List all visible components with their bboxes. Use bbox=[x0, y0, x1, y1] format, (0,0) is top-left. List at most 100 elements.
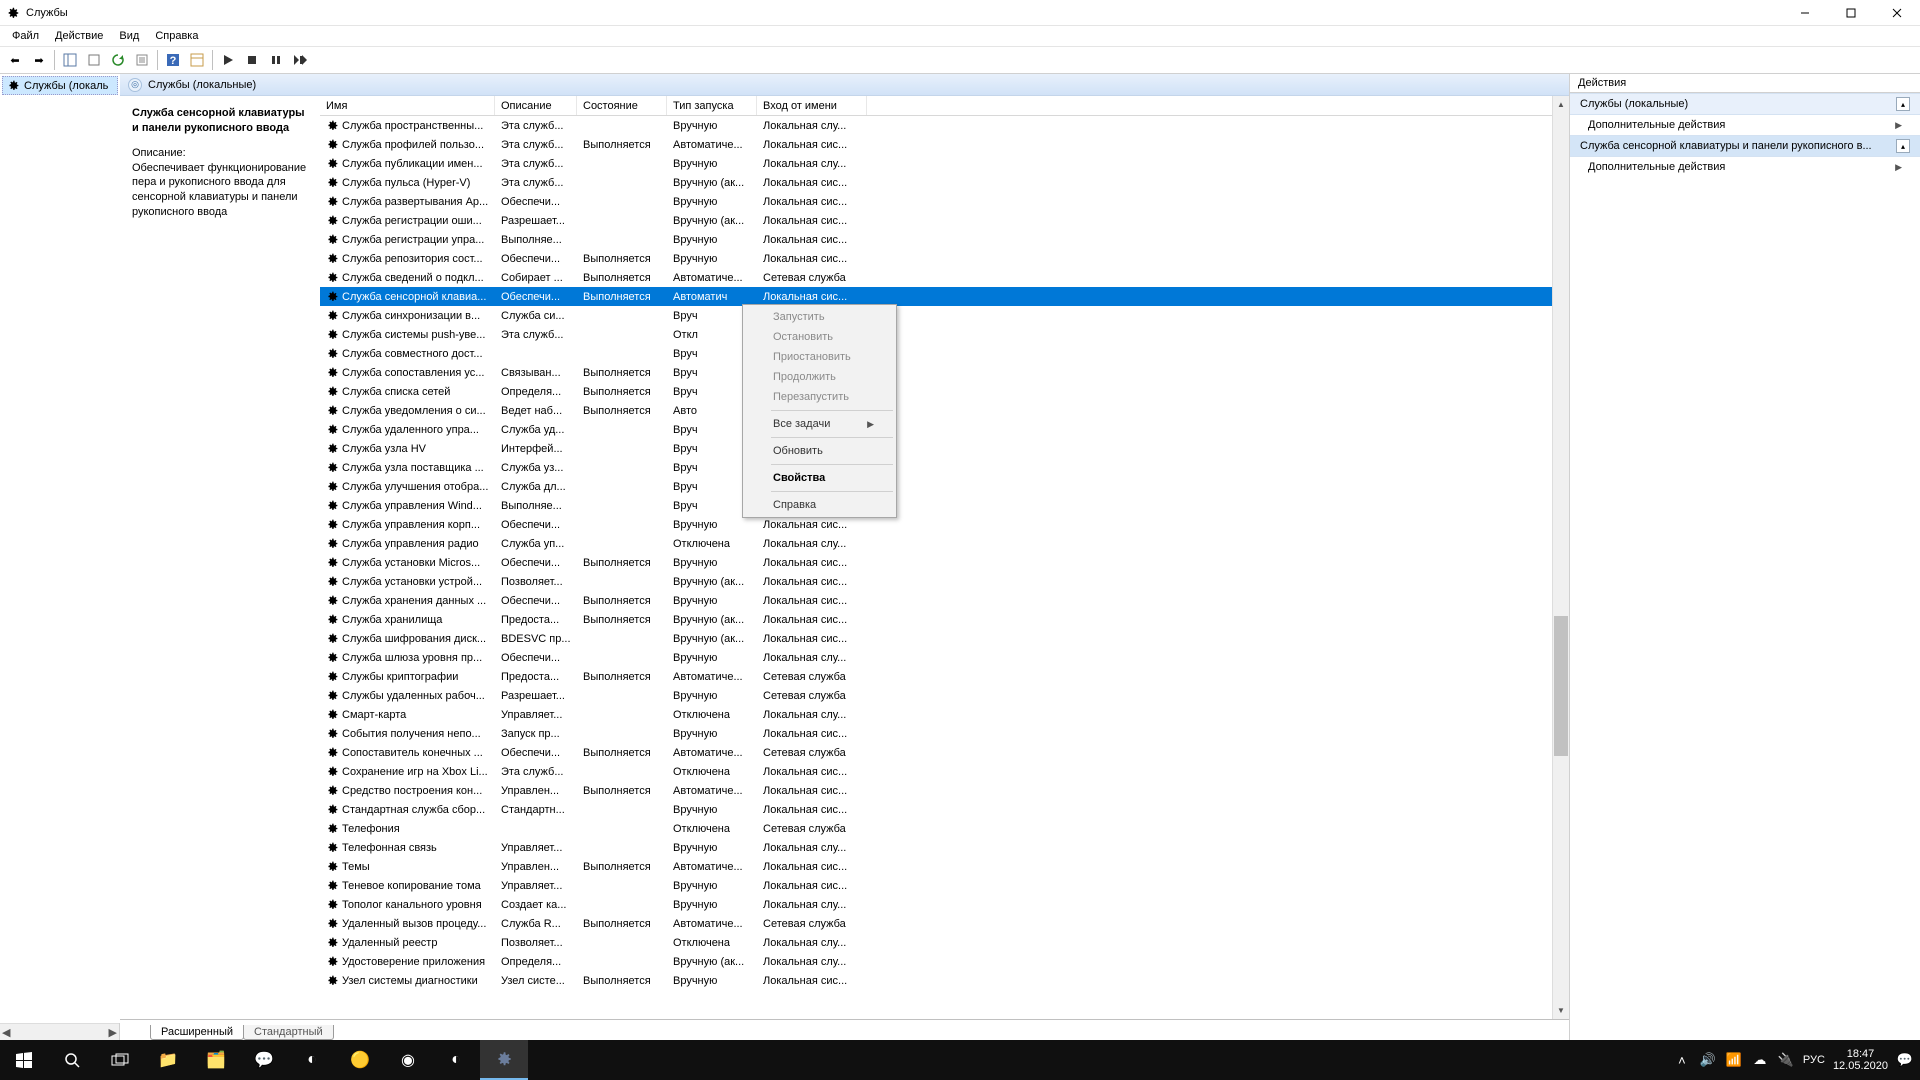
minimize-button[interactable] bbox=[1782, 0, 1828, 26]
service-row[interactable]: События получения непо...Запуск пр...Вру… bbox=[320, 724, 1569, 743]
service-row[interactable]: Служба регистрации оши...Разрешает...Вру… bbox=[320, 211, 1569, 230]
nav-icon[interactable]: ◎ bbox=[128, 78, 142, 92]
service-row[interactable]: Служба репозитория сост...Обеспечи...Вып… bbox=[320, 249, 1569, 268]
service-row[interactable]: Теневое копирование томаУправляет...Вруч… bbox=[320, 876, 1569, 895]
col-startup[interactable]: Тип запуска bbox=[667, 96, 757, 115]
close-button[interactable] bbox=[1874, 0, 1920, 26]
menu-help[interactable]: Справка bbox=[147, 28, 206, 44]
collapse-icon[interactable]: ▴ bbox=[1896, 139, 1910, 153]
service-row[interactable]: Служба сенсорной клавиа...Обеспечи...Вып… bbox=[320, 287, 1569, 306]
export-button[interactable] bbox=[83, 49, 105, 71]
col-description[interactable]: Описание bbox=[495, 96, 577, 115]
service-row[interactable]: Служба хранилищаПредоста...ВыполняетсяВр… bbox=[320, 610, 1569, 629]
service-row[interactable]: Удаленный вызов процеду...Служба R...Вып… bbox=[320, 914, 1569, 933]
col-state[interactable]: Состояние bbox=[577, 96, 667, 115]
start-button[interactable] bbox=[0, 1040, 48, 1080]
taskbar-app-chat[interactable]: 💬 bbox=[240, 1040, 288, 1080]
show-hide-tree-button[interactable] bbox=[59, 49, 81, 71]
service-row[interactable]: Удостоверение приложенияОпределя...Вручн… bbox=[320, 952, 1569, 971]
pause-service-button[interactable] bbox=[265, 49, 287, 71]
tree-services-local[interactable]: Службы (локаль bbox=[2, 76, 118, 95]
taskbar-app-services[interactable] bbox=[480, 1040, 528, 1080]
service-row[interactable]: Телефонная связьУправляет...ВручнуюЛокал… bbox=[320, 838, 1569, 857]
service-row[interactable]: Стандартная служба сбор...Стандартн...Вр… bbox=[320, 800, 1569, 819]
service-row[interactable]: Средство построения кон...Управлен...Вып… bbox=[320, 781, 1569, 800]
col-name[interactable]: Имя bbox=[320, 96, 495, 115]
help-button[interactable]: ? bbox=[162, 49, 184, 71]
collapse-icon[interactable]: ▴ bbox=[1896, 97, 1910, 111]
scroll-thumb[interactable] bbox=[1554, 616, 1568, 756]
refresh-button[interactable] bbox=[107, 49, 129, 71]
taskbar-app-circle[interactable]: ◉ bbox=[384, 1040, 432, 1080]
service-row[interactable]: Узел системы диагностикиУзел систе...Вып… bbox=[320, 971, 1569, 990]
service-row[interactable]: Служба пульса (Hyper-V)Эта служб...Вручн… bbox=[320, 173, 1569, 192]
service-row[interactable]: Удаленный реестрПозволяет...ОтключенаЛок… bbox=[320, 933, 1569, 952]
menu-action[interactable]: Действие bbox=[47, 28, 111, 44]
tray-chevron-icon[interactable]: ˄ bbox=[1673, 1053, 1691, 1068]
service-row[interactable]: Служба пространственны...Эта служб...Вру… bbox=[320, 116, 1569, 135]
tray-notifications-icon[interactable]: 💬 bbox=[1896, 1052, 1914, 1068]
service-row[interactable]: Служба узла поставщика ...Служба уз...Вр… bbox=[320, 458, 1569, 477]
tray-language[interactable]: РУС bbox=[1803, 1054, 1825, 1066]
ctx-help[interactable]: Справка bbox=[745, 495, 894, 515]
ctx-all-tasks[interactable]: Все задачи▶ bbox=[745, 414, 894, 434]
service-row[interactable]: Служба шифрования диск...BDESVC пр...Вру… bbox=[320, 629, 1569, 648]
service-row[interactable]: ТемыУправлен...ВыполняетсяАвтоматиче...Л… bbox=[320, 857, 1569, 876]
scroll-up-button[interactable]: ▲ bbox=[1553, 96, 1569, 113]
service-row[interactable]: Служба шлюза уровня пр...Обеспечи...Вруч… bbox=[320, 648, 1569, 667]
service-row[interactable]: Смарт-картаУправляет...ОтключенаЛокальна… bbox=[320, 705, 1569, 724]
service-row[interactable]: Служба улучшения отобра...Служба дл...Вр… bbox=[320, 477, 1569, 496]
export-list-button[interactable] bbox=[131, 49, 153, 71]
service-row[interactable]: Служба установки Micros...Обеспечи...Вып… bbox=[320, 553, 1569, 572]
service-row[interactable]: Служба хранения данных ...Обеспечи...Вып… bbox=[320, 591, 1569, 610]
maximize-button[interactable] bbox=[1828, 0, 1874, 26]
service-row[interactable]: Служба списка сетейОпределя...Выполняетс… bbox=[320, 382, 1569, 401]
actions-more-1[interactable]: Дополнительные действия ▶ bbox=[1570, 115, 1920, 135]
service-row[interactable]: Службы удаленных рабоч...Разрешает...Вру… bbox=[320, 686, 1569, 705]
properties-button[interactable] bbox=[186, 49, 208, 71]
tray-network-icon[interactable]: 📶 bbox=[1725, 1052, 1743, 1068]
stop-service-button[interactable] bbox=[241, 49, 263, 71]
service-row[interactable]: Служба профилей пользо...Эта служб...Вып… bbox=[320, 135, 1569, 154]
tray-cloud-icon[interactable]: ☁ bbox=[1751, 1052, 1769, 1068]
service-row[interactable]: Сопоставитель конечных ...Обеспечи...Вып… bbox=[320, 743, 1569, 762]
service-row[interactable]: Служба удаленного упра...Служба уд...Вру… bbox=[320, 420, 1569, 439]
taskbar-app-steam[interactable]: ◐ bbox=[288, 1040, 336, 1080]
tab-standard[interactable]: Стандартный bbox=[243, 1025, 334, 1040]
scroll-down-button[interactable]: ▼ bbox=[1553, 1002, 1569, 1019]
list-scrollbar[interactable]: ▲ ▼ bbox=[1552, 96, 1569, 1019]
service-row[interactable]: Служба системы push-уве...Эта служб...От… bbox=[320, 325, 1569, 344]
service-row[interactable]: Тополог канального уровняСоздает ка...Вр… bbox=[320, 895, 1569, 914]
tray-clock[interactable]: 18:47 12.05.2020 bbox=[1833, 1048, 1888, 1072]
service-row[interactable]: Служба управления корп...Обеспечи...Вруч… bbox=[320, 515, 1569, 534]
search-button[interactable] bbox=[48, 1040, 96, 1080]
start-service-button[interactable] bbox=[217, 49, 239, 71]
service-row[interactable]: Служба сведений о подкл...Собирает ...Вы… bbox=[320, 268, 1569, 287]
actions-section-selected[interactable]: Служба сенсорной клавиатуры и панели рук… bbox=[1570, 135, 1920, 157]
taskbar-app-explorer[interactable]: 📁 bbox=[144, 1040, 192, 1080]
service-row[interactable]: Служба управления Wind...Выполняе...Вруч bbox=[320, 496, 1569, 515]
actions-more-2[interactable]: Дополнительные действия ▶ bbox=[1570, 157, 1920, 177]
service-row[interactable]: Службы криптографииПредоста...Выполняетс… bbox=[320, 667, 1569, 686]
tree-scrollbar[interactable]: ◀▶ bbox=[0, 1023, 119, 1040]
task-view-button[interactable] bbox=[96, 1040, 144, 1080]
actions-section-services[interactable]: Службы (локальные) ▴ bbox=[1570, 93, 1920, 115]
menu-view[interactable]: Вид bbox=[111, 28, 147, 44]
back-button[interactable]: ⬅ bbox=[4, 49, 26, 71]
ctx-refresh[interactable]: Обновить bbox=[745, 441, 894, 461]
tray-power-icon[interactable]: 🔌 bbox=[1777, 1052, 1795, 1068]
service-row[interactable]: Служба синхронизации в...Служба си...Вру… bbox=[320, 306, 1569, 325]
service-row[interactable]: Служба развертывания Ap...Обеспечи...Вру… bbox=[320, 192, 1569, 211]
service-row[interactable]: Сохранение игр на Xbox Li...Эта служб...… bbox=[320, 762, 1569, 781]
service-row[interactable]: ТелефонияОтключенаСетевая служба bbox=[320, 819, 1569, 838]
menu-file[interactable]: Файл bbox=[4, 28, 47, 44]
service-row[interactable]: Служба установки устрой...Позволяет...Вр… bbox=[320, 572, 1569, 591]
service-row[interactable]: Служба управления радиоСлужба уп...Отклю… bbox=[320, 534, 1569, 553]
service-row[interactable]: Служба уведомления о си...Ведет наб...Вы… bbox=[320, 401, 1569, 420]
service-row[interactable]: Служба сопоставления ус...Связыван...Вып… bbox=[320, 363, 1569, 382]
service-row[interactable]: Служба узла HVИнтерфей...Вруч bbox=[320, 439, 1569, 458]
col-logon[interactable]: Вход от имени bbox=[757, 96, 867, 115]
ctx-properties[interactable]: Свойства bbox=[745, 468, 894, 488]
service-row[interactable]: Служба публикации имен...Эта служб...Вру… bbox=[320, 154, 1569, 173]
tray-volume-icon[interactable]: 🔊 bbox=[1699, 1052, 1717, 1068]
